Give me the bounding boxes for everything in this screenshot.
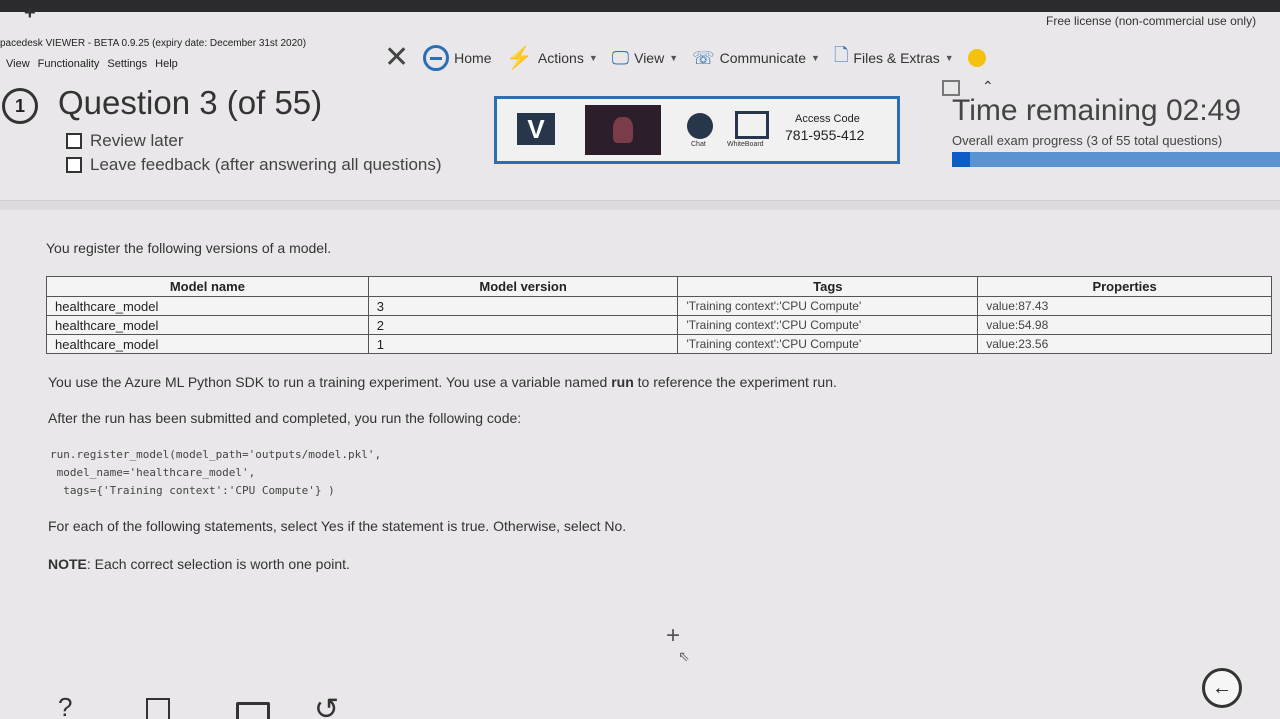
properties-cell: value:87.43	[977, 296, 1272, 316]
tags-cell: 'Training context':'CPU Compute'	[677, 315, 979, 335]
viewer-toolbar: ✕ Home ⚡ Actions ▼ 🖵 View ▼ ☏ Communicat…	[384, 42, 986, 74]
header-model-name: Model name	[46, 276, 369, 297]
plus-icon[interactable]: +	[24, 2, 36, 25]
whiteboard-icon[interactable]	[735, 111, 769, 139]
chevron-down-icon: ▼	[811, 53, 820, 63]
table-row: healthcare_model 2 'Training context':'C…	[46, 315, 1272, 335]
webcam-preview	[585, 105, 661, 155]
chevron-down-icon: ▼	[588, 53, 598, 63]
code-line: model_name='healthcare_model',	[50, 466, 256, 479]
license-label: Free license (non-commercial use only)	[1046, 14, 1257, 28]
tags-cell: 'Training context':'CPU Compute'	[677, 296, 979, 316]
view-label: View	[634, 50, 665, 66]
arrow-left-icon: ←	[1212, 676, 1232, 699]
menu-help[interactable]: Help	[155, 58, 178, 70]
run-description-text: You use the Azure ML Python SDK to run a…	[48, 374, 612, 390]
lightning-icon: ⚡	[505, 45, 533, 70]
help-icon[interactable]: ?	[58, 692, 72, 719]
question-title: Question 3 (of 55)	[58, 84, 323, 121]
section-divider	[0, 200, 1280, 210]
actions-button[interactable]: ⚡ Actions ▼	[506, 45, 598, 71]
time-remaining: Time remaining 02:49	[952, 94, 1242, 127]
app-title: pacedesk VIEWER - BETA 0.9.25 (expiry da…	[0, 38, 307, 49]
code-line: run.register_model(model_path='outputs/m…	[50, 448, 382, 461]
chevron-down-icon: ▼	[944, 53, 954, 63]
question-intro: You register the following versions of a…	[46, 240, 332, 256]
model-version-cell: 1	[367, 334, 679, 354]
run-variable: run	[611, 374, 634, 390]
header-model-version: Model version	[367, 276, 679, 297]
previous-button[interactable]: ←	[1202, 668, 1242, 708]
properties-cell: value:23.56	[977, 334, 1272, 354]
communicate-button[interactable]: ☏ Communicate ▼	[692, 48, 820, 69]
chevron-down-icon: ▼	[669, 53, 679, 63]
smiley-button[interactable]	[967, 49, 986, 67]
exam-progress-bar	[952, 152, 1280, 167]
menu-functionality[interactable]: Functionality	[38, 58, 100, 70]
chat-icon[interactable]	[687, 113, 713, 139]
table-header-row: Model name Model version Tags Properties	[46, 276, 1272, 297]
communicate-label: Communicate	[719, 50, 807, 66]
model-versions-table: Model name Model version Tags Properties…	[46, 276, 1272, 354]
model-name-cell: healthcare_model	[46, 315, 369, 335]
instructions: For each of the following statements, se…	[48, 518, 627, 534]
checkbox-icon	[66, 133, 82, 149]
file-icon: 🗋	[833, 45, 849, 65]
close-icon[interactable]: ✕	[384, 43, 409, 73]
exam-progress-fill	[952, 152, 971, 167]
crosshair-cursor-icon: +	[666, 622, 681, 649]
properties-cell: value:54.98	[977, 315, 1272, 335]
actions-label: Actions	[537, 50, 584, 66]
table-row: healthcare_model 3 'Training context':'C…	[46, 296, 1272, 316]
review-later-label: Review later	[90, 131, 184, 150]
home-icon	[423, 45, 450, 71]
chat-label: Chat	[691, 141, 706, 148]
code-intro: After the run has been submitted and com…	[48, 410, 522, 426]
model-name-cell: healthcare_model	[46, 296, 369, 316]
smiley-icon	[967, 49, 986, 67]
menu-view[interactable]: View	[6, 58, 30, 70]
whiteboard-label: WhiteBoard	[727, 141, 764, 148]
header-properties: Properties	[977, 276, 1272, 297]
note-text: : Each correct selection is worth one po…	[86, 556, 350, 572]
mouse-pointer-icon: ⇖	[678, 648, 690, 664]
whiteboard-tool-icon[interactable]	[236, 702, 270, 719]
files-button[interactable]: 🗋 Files & Extras ▼	[834, 43, 954, 73]
review-later-checkbox[interactable]: Review later	[66, 131, 184, 151]
leave-feedback-label: Leave feedback (after answering all ques…	[90, 155, 442, 174]
header-tags: Tags	[677, 276, 979, 297]
home-label: Home	[454, 50, 492, 66]
code-line: tags={'Training context':'CPU Compute'} …	[50, 484, 335, 497]
access-code-value: 781-955-412	[785, 127, 865, 143]
note: NOTE: Each correct selection is worth on…	[48, 556, 350, 572]
calculator-icon[interactable]	[146, 698, 170, 719]
leave-feedback-checkbox[interactable]: Leave feedback (after answering all ques…	[66, 155, 442, 175]
proctor-media-panel: V Chat WhiteBoard Access Code 781-955-41…	[494, 96, 900, 164]
files-label: Files & Extras	[853, 50, 940, 66]
phone-icon: ☏	[692, 47, 715, 68]
exam-progress-label: Overall exam progress (3 of 55 total que…	[952, 133, 1223, 148]
home-button[interactable]: Home	[423, 45, 492, 71]
note-label: NOTE	[48, 556, 87, 572]
monitor-icon: 🖵	[611, 47, 630, 68]
app-menu: View Functionality Settings Help	[6, 58, 178, 70]
undo-icon[interactable]: ↺	[314, 692, 339, 719]
top-frame-bar	[0, 0, 1280, 12]
question-number-icon: 1	[2, 88, 38, 124]
access-code-label: Access Code	[795, 113, 860, 125]
checkbox-icon	[66, 157, 82, 173]
menu-settings[interactable]: Settings	[107, 58, 147, 70]
model-version-cell: 2	[367, 315, 679, 335]
model-name-cell: healthcare_model	[46, 334, 369, 354]
tags-cell: 'Training context':'CPU Compute'	[677, 334, 979, 354]
vue-logo: V	[517, 113, 555, 145]
view-button[interactable]: 🖵 View ▼	[612, 48, 678, 69]
run-description-tail: to reference the experiment run.	[633, 374, 837, 390]
model-version-cell: 3	[367, 296, 679, 316]
run-description: You use the Azure ML Python SDK to run a…	[48, 374, 837, 390]
code-block: run.register_model(model_path='outputs/m…	[50, 446, 381, 500]
table-row: healthcare_model 1 'Training context':'C…	[46, 334, 1272, 354]
chevron-up-icon[interactable]: ⌃	[982, 78, 994, 95]
